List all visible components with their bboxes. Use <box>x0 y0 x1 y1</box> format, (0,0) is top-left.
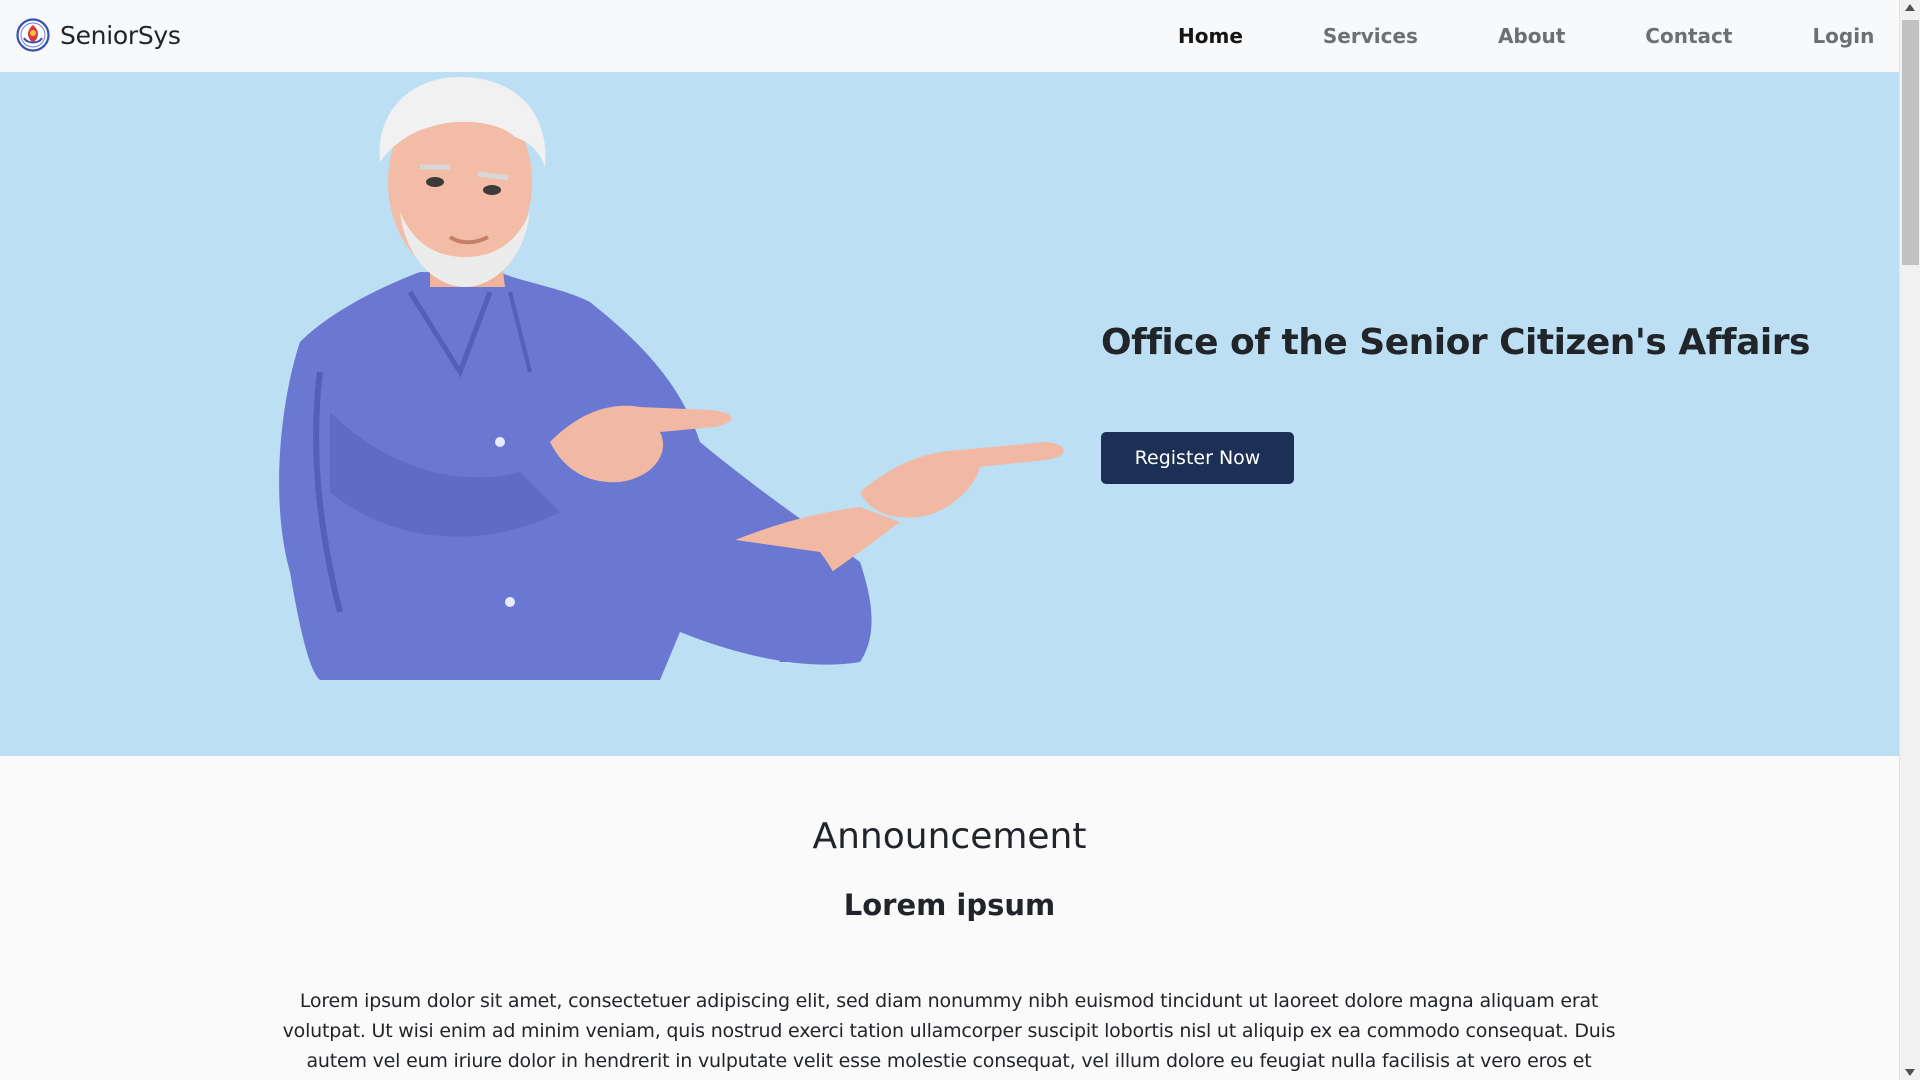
announcement-title: Announcement <box>812 816 1087 857</box>
hero-image-senior-man-pointing <box>279 77 1064 680</box>
scroll-down-arrow-icon[interactable] <box>1905 1069 1915 1076</box>
register-now-button[interactable]: Register Now <box>1101 432 1294 484</box>
announcement-body: Lorem ipsum dolor sit amet, consectetuer… <box>282 990 1616 1072</box>
nav-link-services[interactable]: Services <box>1283 24 1458 48</box>
brand-link[interactable]: SeniorSys <box>16 18 181 52</box>
scroll-up-arrow-icon[interactable] <box>1905 4 1915 11</box>
nav-link-login[interactable]: Login <box>1772 24 1899 48</box>
senior-care-logo-icon <box>16 18 50 52</box>
nav-links: Home Services About Contact Login <box>1178 0 1899 72</box>
announcement-subtitle: Lorem ipsum <box>843 888 1056 922</box>
hero-title: Office of the Senior Citizen's Affairs <box>1101 322 1810 363</box>
nav-link-about[interactable]: About <box>1458 24 1605 48</box>
brand-name: SeniorSys <box>60 20 181 50</box>
navbar: SeniorSys Home Services About Contact Lo… <box>0 0 1899 72</box>
nav-link-contact[interactable]: Contact <box>1605 24 1772 48</box>
scroll-thumb[interactable] <box>1902 20 1919 265</box>
hero-section: Office of the Senior Citizen's Affairs R… <box>0 72 1899 756</box>
announcement-section: Announcement Lorem ipsum Lorem ipsum dol… <box>0 756 1899 1080</box>
page: SeniorSys Home Services About Contact Lo… <box>0 0 1899 1080</box>
nav-link-home[interactable]: Home <box>1178 24 1283 48</box>
vertical-scrollbar[interactable] <box>1899 0 1920 1080</box>
